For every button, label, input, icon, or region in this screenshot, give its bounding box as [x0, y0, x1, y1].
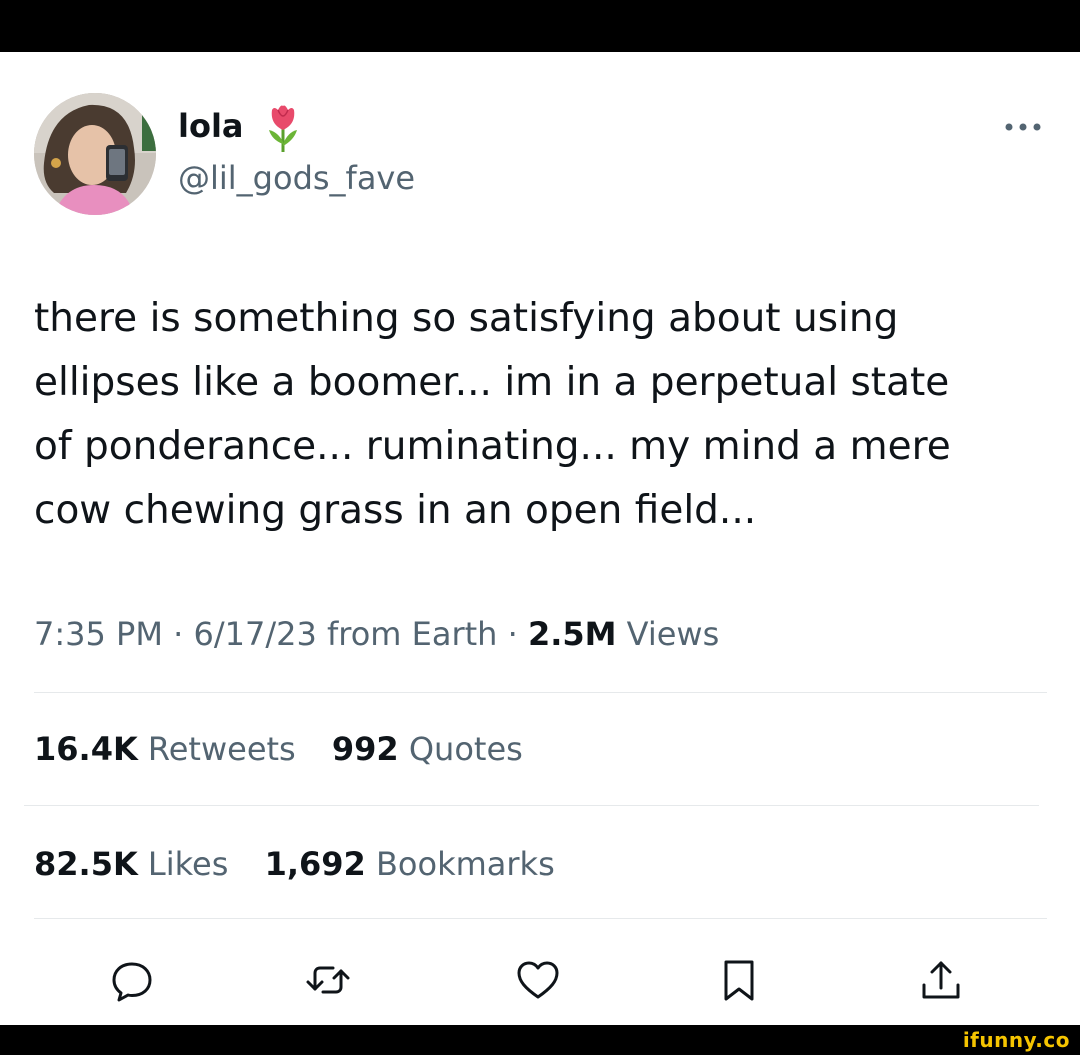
user-handle[interactable]: @lil_gods_fave	[178, 158, 415, 198]
tweet-date[interactable]: 6/17/23	[193, 615, 316, 653]
tweet-time[interactable]: 7:35 PM	[34, 615, 163, 653]
divider	[24, 805, 1039, 806]
ifunny-watermark: ifunny.co	[962, 1028, 1070, 1052]
meta-separator: ·	[173, 615, 184, 653]
bookmarks-count: 1,692	[264, 845, 366, 883]
reply-button[interactable]	[102, 950, 162, 1010]
like-button[interactable]	[508, 950, 568, 1010]
share-button[interactable]	[911, 950, 971, 1010]
divider	[34, 918, 1047, 919]
more-icon[interactable]	[1000, 112, 1046, 142]
share-icon	[922, 961, 960, 999]
avatar[interactable]	[34, 93, 156, 215]
tulip-icon	[264, 104, 302, 154]
bookmark-button[interactable]	[709, 950, 769, 1010]
bottom-black-bar	[0, 1025, 1080, 1055]
retweets-label: Retweets	[147, 730, 296, 768]
top-black-bar	[0, 0, 1080, 52]
stats-row-reposts: 16.4K Retweets 992 Quotes	[34, 727, 549, 771]
stats-row-likes: 82.5K Likes 1,692 Bookmarks	[34, 842, 581, 886]
retweet-icon	[306, 966, 350, 994]
likes-count: 82.5K	[34, 845, 138, 883]
retweets-stat[interactable]: 16.4K Retweets	[34, 727, 296, 771]
likes-label: Likes	[147, 845, 229, 883]
quotes-count: 992	[331, 730, 399, 768]
tweet-meta: 7:35 PM · 6/17/23 from Earth · 2.5M View…	[34, 612, 719, 656]
avatar-photo	[34, 93, 156, 215]
tweet-source: from Earth	[326, 615, 498, 653]
bookmarks-stat[interactable]: 1,692 Bookmarks	[265, 842, 555, 886]
retweets-count: 16.4K	[34, 730, 138, 768]
display-name[interactable]: lola	[178, 106, 244, 146]
retweet-button[interactable]	[298, 950, 358, 1010]
bookmark-icon	[724, 960, 754, 1001]
tweet-text: there is something so satisfying about u…	[34, 296, 951, 533]
views-label: Views	[626, 615, 720, 653]
like-icon	[517, 961, 559, 999]
divider	[34, 692, 1047, 693]
likes-stat[interactable]: 82.5K Likes	[34, 842, 228, 886]
meta-separator: ·	[507, 615, 518, 653]
tweet-screenshot: lola @lil_gods_fave there is something s…	[0, 0, 1080, 1055]
quotes-stat[interactable]: 992 Quotes	[332, 727, 523, 771]
reply-icon	[112, 962, 152, 1002]
bookmarks-label: Bookmarks	[375, 845, 555, 883]
quotes-label: Quotes	[408, 730, 523, 768]
views-count: 2.5M	[527, 615, 617, 653]
